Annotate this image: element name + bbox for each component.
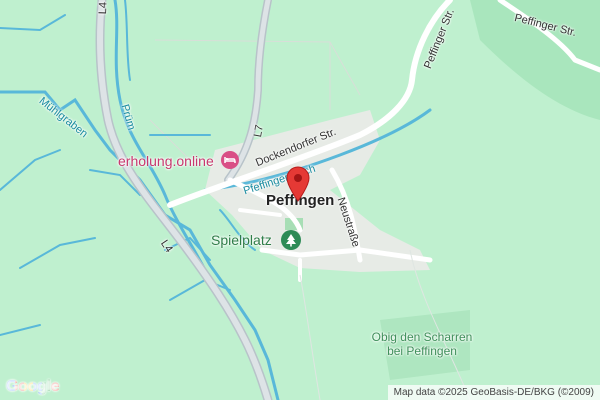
road-label-l7: L7 xyxy=(252,123,266,139)
tree-icon[interactable] xyxy=(281,230,301,250)
bed-icon[interactable] xyxy=(221,151,239,169)
poi-label-hotel[interactable]: erholung.online xyxy=(118,153,214,169)
google-logo-text: Google xyxy=(6,378,60,395)
map-attribution[interactable]: Map data ©2025 GeoBasis-DE/BKG (©2009) xyxy=(387,385,600,400)
poi-label-playground[interactable]: Spielplatz xyxy=(211,232,272,248)
area-label: Obig den Scharren bei Peffingen xyxy=(371,330,473,358)
map-pin-icon[interactable] xyxy=(286,166,310,202)
road-label-l4-top: L4 xyxy=(97,1,110,15)
google-logo[interactable]: Google xyxy=(6,378,60,396)
